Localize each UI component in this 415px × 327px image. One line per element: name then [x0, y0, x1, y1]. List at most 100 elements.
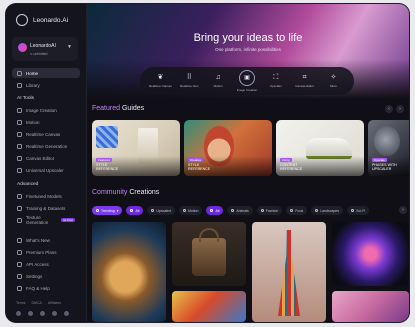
grid-icon	[130, 209, 134, 212]
sidebar-item-whats-new[interactable]: What's New	[12, 235, 80, 245]
discord-icon[interactable]	[16, 311, 21, 316]
sidebar-item-label: FAQ & Help	[26, 285, 50, 291]
sidebar-item-label: Realtime Generation	[26, 143, 68, 149]
sidebar-item-training-datasets[interactable]: Training & Datasets	[12, 203, 80, 213]
sidebar-item-image-creation[interactable]: Image Creation	[12, 105, 80, 115]
filter-food[interactable]: Food	[286, 206, 308, 215]
title-accent: Featured	[92, 105, 121, 112]
sidebar-item-label: Finetuned Models	[26, 193, 62, 199]
tool-realtime-gen[interactable]: ⠿ Realtime Gen	[177, 74, 201, 88]
realtime-canvas-icon: ❦	[157, 74, 164, 81]
training-icon	[17, 205, 22, 211]
sidebar-item-api-access[interactable]: API Access	[12, 259, 80, 269]
affiliates-link[interactable]: Affiliates	[48, 301, 61, 305]
sidebar-item-premium-plans[interactable]: Premium Plans	[12, 247, 80, 257]
premium-icon	[17, 249, 22, 255]
texture-icon	[17, 217, 22, 223]
guides-nav: ‹ ›	[385, 105, 404, 113]
upscale-icon	[151, 209, 155, 212]
dmca-link[interactable]: DMCA	[32, 301, 42, 305]
chevron-down-icon[interactable]: ▼	[67, 44, 72, 50]
filter-upscaled[interactable]: Upscaled	[147, 206, 175, 215]
tool-label: Realtime Canvas	[149, 84, 172, 88]
chevron-right-icon[interactable]: ›	[396, 105, 404, 113]
filter-fashion[interactable]: Fashion	[256, 206, 283, 215]
sidebar-item-settings[interactable]: Settings	[12, 271, 80, 281]
guide-badge: Featured	[96, 158, 113, 162]
sidebar-item-universal-upscaler[interactable]: Universal Upscaler	[12, 165, 80, 175]
sidebar-item-texture-generation[interactable]: Texture Generation ALPHA	[12, 215, 80, 225]
instagram-icon[interactable]	[52, 311, 57, 316]
sidebar-item-faq-help[interactable]: FAQ & Help	[12, 283, 80, 293]
guide-card-creative-style[interactable]: Creative STYLE REFERENCE	[184, 120, 272, 176]
paw-icon	[231, 209, 235, 212]
tool-image-creation[interactable]: ▣ Image Creation	[235, 70, 259, 92]
main-content: Bring your ideas to life One platform, i…	[87, 4, 409, 322]
x-icon[interactable]	[40, 311, 45, 316]
user-card[interactable]: LeonardoAI ∞ unlimited ▼	[12, 37, 78, 61]
motion-icon	[17, 119, 22, 125]
sidebar-item-realtime-generation[interactable]: Realtime Generation	[12, 141, 80, 151]
community-creations-title: Community Creations	[92, 189, 159, 196]
chevron-down-icon: ▾	[116, 208, 119, 213]
terms-link[interactable]: Terms	[16, 301, 26, 305]
food-icon	[290, 209, 294, 212]
creation-colorful-bird[interactable]	[172, 291, 246, 322]
mountain-icon	[315, 209, 319, 212]
filter-all-categories[interactable]: All	[206, 206, 224, 215]
sidebar-item-finetuned-models[interactable]: Finetuned Models	[12, 191, 80, 201]
sparkle-icon	[17, 237, 22, 243]
creation-handbag[interactable]	[172, 222, 246, 286]
motion-icon: ♫	[215, 74, 221, 81]
dress-shape	[278, 230, 300, 316]
creation-pink-abstract[interactable]	[332, 291, 409, 322]
filter-trending[interactable]: Trending ▾	[92, 206, 123, 215]
canvas-editor-icon: ⌗	[302, 74, 307, 81]
filter-animals[interactable]: Animals	[227, 206, 253, 215]
reddit-icon[interactable]	[28, 311, 33, 316]
sidebar-item-label: Library	[26, 82, 40, 88]
tool-realtime-canvas[interactable]: ❦ Realtime Canvas	[148, 74, 172, 88]
chevron-left-icon[interactable]: ‹	[385, 105, 393, 113]
tool-canvas-editor[interactable]: ⌗ Canvas Editor	[293, 74, 317, 88]
tool-motion[interactable]: ♫ Motion	[206, 74, 230, 88]
alpha-badge: ALPHA	[61, 218, 75, 222]
social-links	[16, 311, 69, 316]
ai-tools-heading: AI Tools	[17, 96, 34, 101]
guide-label: STYLE REFERENCE	[96, 162, 119, 171]
sidebar-item-label: Universal Upscaler	[26, 167, 64, 173]
guide-card-upscaler[interactable]: Upscale PHASES WITH UPSCALER	[368, 120, 409, 176]
tool-more[interactable]: ✧ More	[321, 74, 345, 88]
filter-landscapes[interactable]: Landscapes	[311, 206, 344, 215]
guide-thumbnail-statue	[374, 126, 400, 156]
creation-abstract-3d[interactable]	[332, 222, 409, 286]
sidebar-item-label: Texture Generation	[26, 215, 49, 225]
sidebar-item-label: Home	[26, 70, 39, 76]
tool-label: Realtime Gen	[180, 84, 199, 88]
title-rest: Creations	[127, 189, 160, 196]
filter-all-media[interactable]: All	[126, 206, 144, 215]
tool-label: More	[330, 84, 337, 88]
hero-title: Bring your ideas to life	[193, 32, 303, 44]
sidebar-item-home[interactable]: Home	[12, 68, 80, 78]
chevron-right-icon[interactable]: ›	[399, 206, 407, 214]
sidebar-item-canvas-editor[interactable]: Canvas Editor	[12, 153, 80, 163]
filter-bar: Trending ▾ All Upscaled Motion All Animal…	[92, 206, 370, 215]
youtube-icon[interactable]	[64, 311, 69, 316]
user-name: LeonardoAI	[30, 43, 56, 49]
sidebar-item-library[interactable]: Library	[12, 80, 80, 90]
tool-upscaler[interactable]: ⛶ Upscaler	[264, 74, 288, 88]
brand[interactable]: Leonardo.Ai	[16, 14, 68, 26]
footer-links: Terms DMCA Affiliates	[16, 301, 61, 305]
guide-card-content-reference[interactable]: Using CONTENT REFERENCE	[276, 120, 364, 176]
creation-fashion-dress[interactable]	[252, 222, 326, 322]
creation-golden-portrait[interactable]	[92, 222, 166, 322]
hero-subtitle: One platform, infinite possibilities	[215, 47, 281, 52]
sidebar-item-realtime-canvas[interactable]: Realtime Canvas	[12, 129, 80, 139]
app-window: Leonardo.Ai LeonardoAI ∞ unlimited ▼ Hom…	[6, 4, 409, 322]
guide-card-style-reference[interactable]: Featured STYLE REFERENCE	[92, 120, 180, 176]
tool-label: Motion	[213, 84, 223, 88]
sidebar-item-motion[interactable]: Motion	[12, 117, 80, 127]
filter-sci-fi[interactable]: Sci-Fi	[347, 206, 370, 215]
filter-motion[interactable]: Motion	[178, 206, 203, 215]
